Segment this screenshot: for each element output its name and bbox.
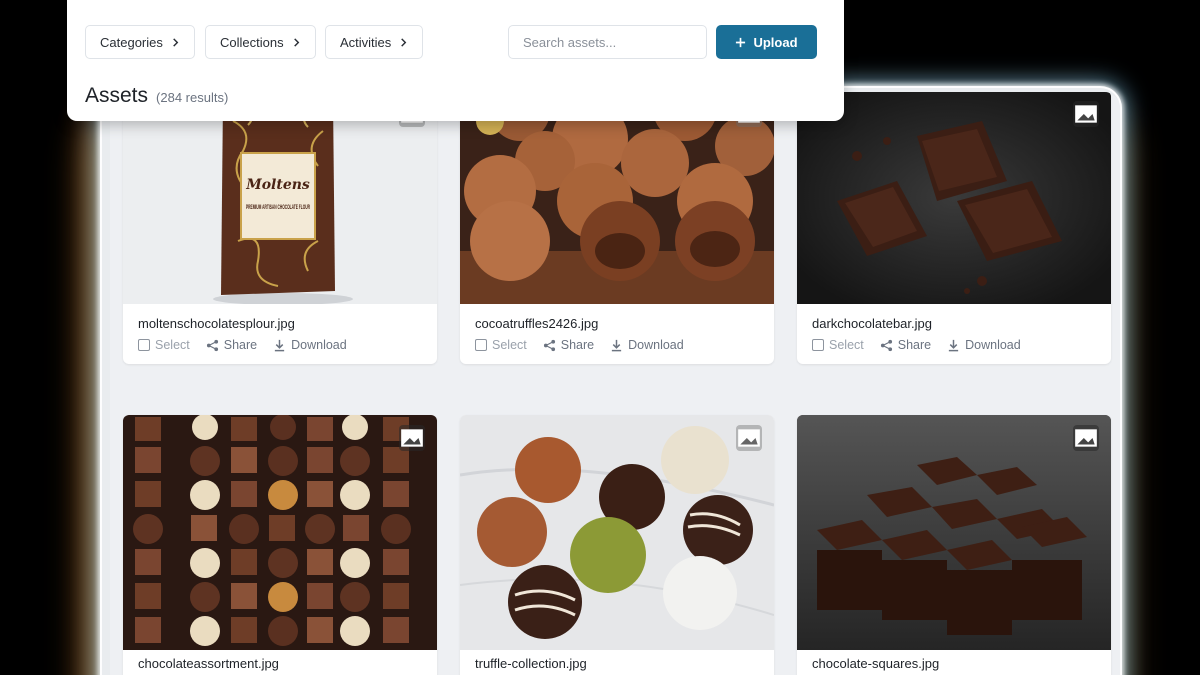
download-icon: [948, 339, 959, 351]
checkbox-icon: [475, 339, 487, 351]
download-button[interactable]: Download: [273, 338, 347, 352]
page-heading: Assets (284 results): [85, 84, 228, 108]
select-label: Select: [492, 338, 527, 352]
select-button[interactable]: Select: [138, 338, 190, 352]
asset-card[interactable]: cocoatruffles2426.jpg Select Share Downl…: [460, 92, 774, 364]
asset-filename: chocolateassortment.jpg: [138, 656, 279, 671]
asset-card[interactable]: darkchocolatebar.jpg Select Share Downlo…: [797, 92, 1111, 364]
share-label: Share: [223, 338, 258, 352]
select-button[interactable]: Select: [475, 338, 527, 352]
share-icon: [543, 339, 555, 351]
chevron-right-icon: [173, 37, 179, 47]
image-type-icon: [399, 425, 425, 451]
asset-thumbnail[interactable]: [797, 415, 1111, 650]
select-label: Select: [155, 338, 190, 352]
asset-thumbnail[interactable]: [797, 92, 1111, 304]
filter-label: Categories: [100, 34, 163, 50]
share-button[interactable]: Share: [880, 338, 931, 352]
share-icon: [206, 339, 218, 351]
asset-filename: moltenschocolatesplour.jpg: [138, 316, 295, 331]
asset-card[interactable]: truffle-collection.jpg: [460, 415, 774, 675]
checkbox-icon: [812, 339, 824, 351]
image-type-icon: [736, 425, 762, 451]
asset-card[interactable]: Moltens PREMIUM ARTISAN CHOCOLATE FLOUR …: [123, 92, 437, 364]
share-icon: [880, 339, 892, 351]
asset-thumbnail[interactable]: [460, 92, 774, 304]
page-title: Assets: [85, 84, 149, 107]
chevron-right-icon: [293, 37, 299, 47]
result-count: (284 results): [156, 90, 229, 105]
filter-collections-button[interactable]: Collections: [205, 25, 316, 59]
asset-thumbnail[interactable]: Moltens PREMIUM ARTISAN CHOCOLATE FLOUR: [123, 92, 437, 304]
select-button[interactable]: Select: [812, 338, 864, 352]
image-type-icon: [1073, 101, 1099, 127]
chevron-right-icon: [401, 37, 407, 47]
upload-button[interactable]: Upload: [716, 25, 817, 59]
asset-filename: cocoatruffles2426.jpg: [475, 316, 599, 331]
asset-filename: darkchocolatebar.jpg: [812, 316, 932, 331]
download-button[interactable]: Download: [947, 338, 1021, 352]
asset-filename: chocolate-squares.jpg: [812, 656, 940, 671]
cocoa-truffles-image: [460, 92, 774, 304]
download-icon: [274, 339, 285, 351]
asset-thumbnail[interactable]: [460, 415, 774, 650]
share-button[interactable]: Share: [206, 338, 257, 352]
filter-label: Activities: [340, 34, 392, 50]
chocolate-squares-image: [797, 415, 1111, 650]
search-input[interactable]: [508, 25, 707, 59]
download-label: Download: [965, 338, 1021, 352]
select-label: Select: [829, 338, 864, 352]
toolbar-panel: Categories Collections Activities Upload…: [67, 0, 844, 121]
image-type-icon: [1073, 425, 1099, 451]
download-button[interactable]: Download: [610, 338, 684, 352]
asset-filename: truffle-collection.jpg: [475, 656, 587, 671]
checkbox-icon: [138, 339, 150, 351]
download-label: Download: [291, 338, 347, 352]
filter-activities-button[interactable]: Activities: [325, 25, 424, 59]
upload-label: Upload: [753, 34, 798, 50]
filter-categories-button[interactable]: Categories: [85, 25, 195, 59]
package-label-text: PREMIUM ARTISAN CHOCOLATE FLOUR: [246, 205, 310, 211]
truffle-collection-image: [460, 415, 774, 650]
share-button[interactable]: Share: [543, 338, 594, 352]
package-brand-text: Moltens: [245, 177, 310, 193]
plus-icon: [736, 37, 746, 47]
chocolate-assortment-box-image: [123, 415, 437, 650]
dark-chocolate-bar-image: [797, 92, 1111, 304]
filter-label: Collections: [220, 34, 284, 50]
download-icon: [611, 339, 622, 351]
asset-card[interactable]: chocolateassortment.jpg: [123, 415, 437, 675]
share-label: Share: [560, 338, 595, 352]
asset-grid: Moltens PREMIUM ARTISAN CHOCOLATE FLOUR …: [110, 92, 1120, 675]
asset-card[interactable]: chocolate-squares.jpg: [797, 415, 1111, 675]
asset-thumbnail[interactable]: [123, 415, 437, 650]
chocolate-flour-bag-image: Moltens PREMIUM ARTISAN CHOCOLATE FLOUR: [123, 92, 437, 304]
share-label: Share: [897, 338, 932, 352]
download-label: Download: [628, 338, 684, 352]
